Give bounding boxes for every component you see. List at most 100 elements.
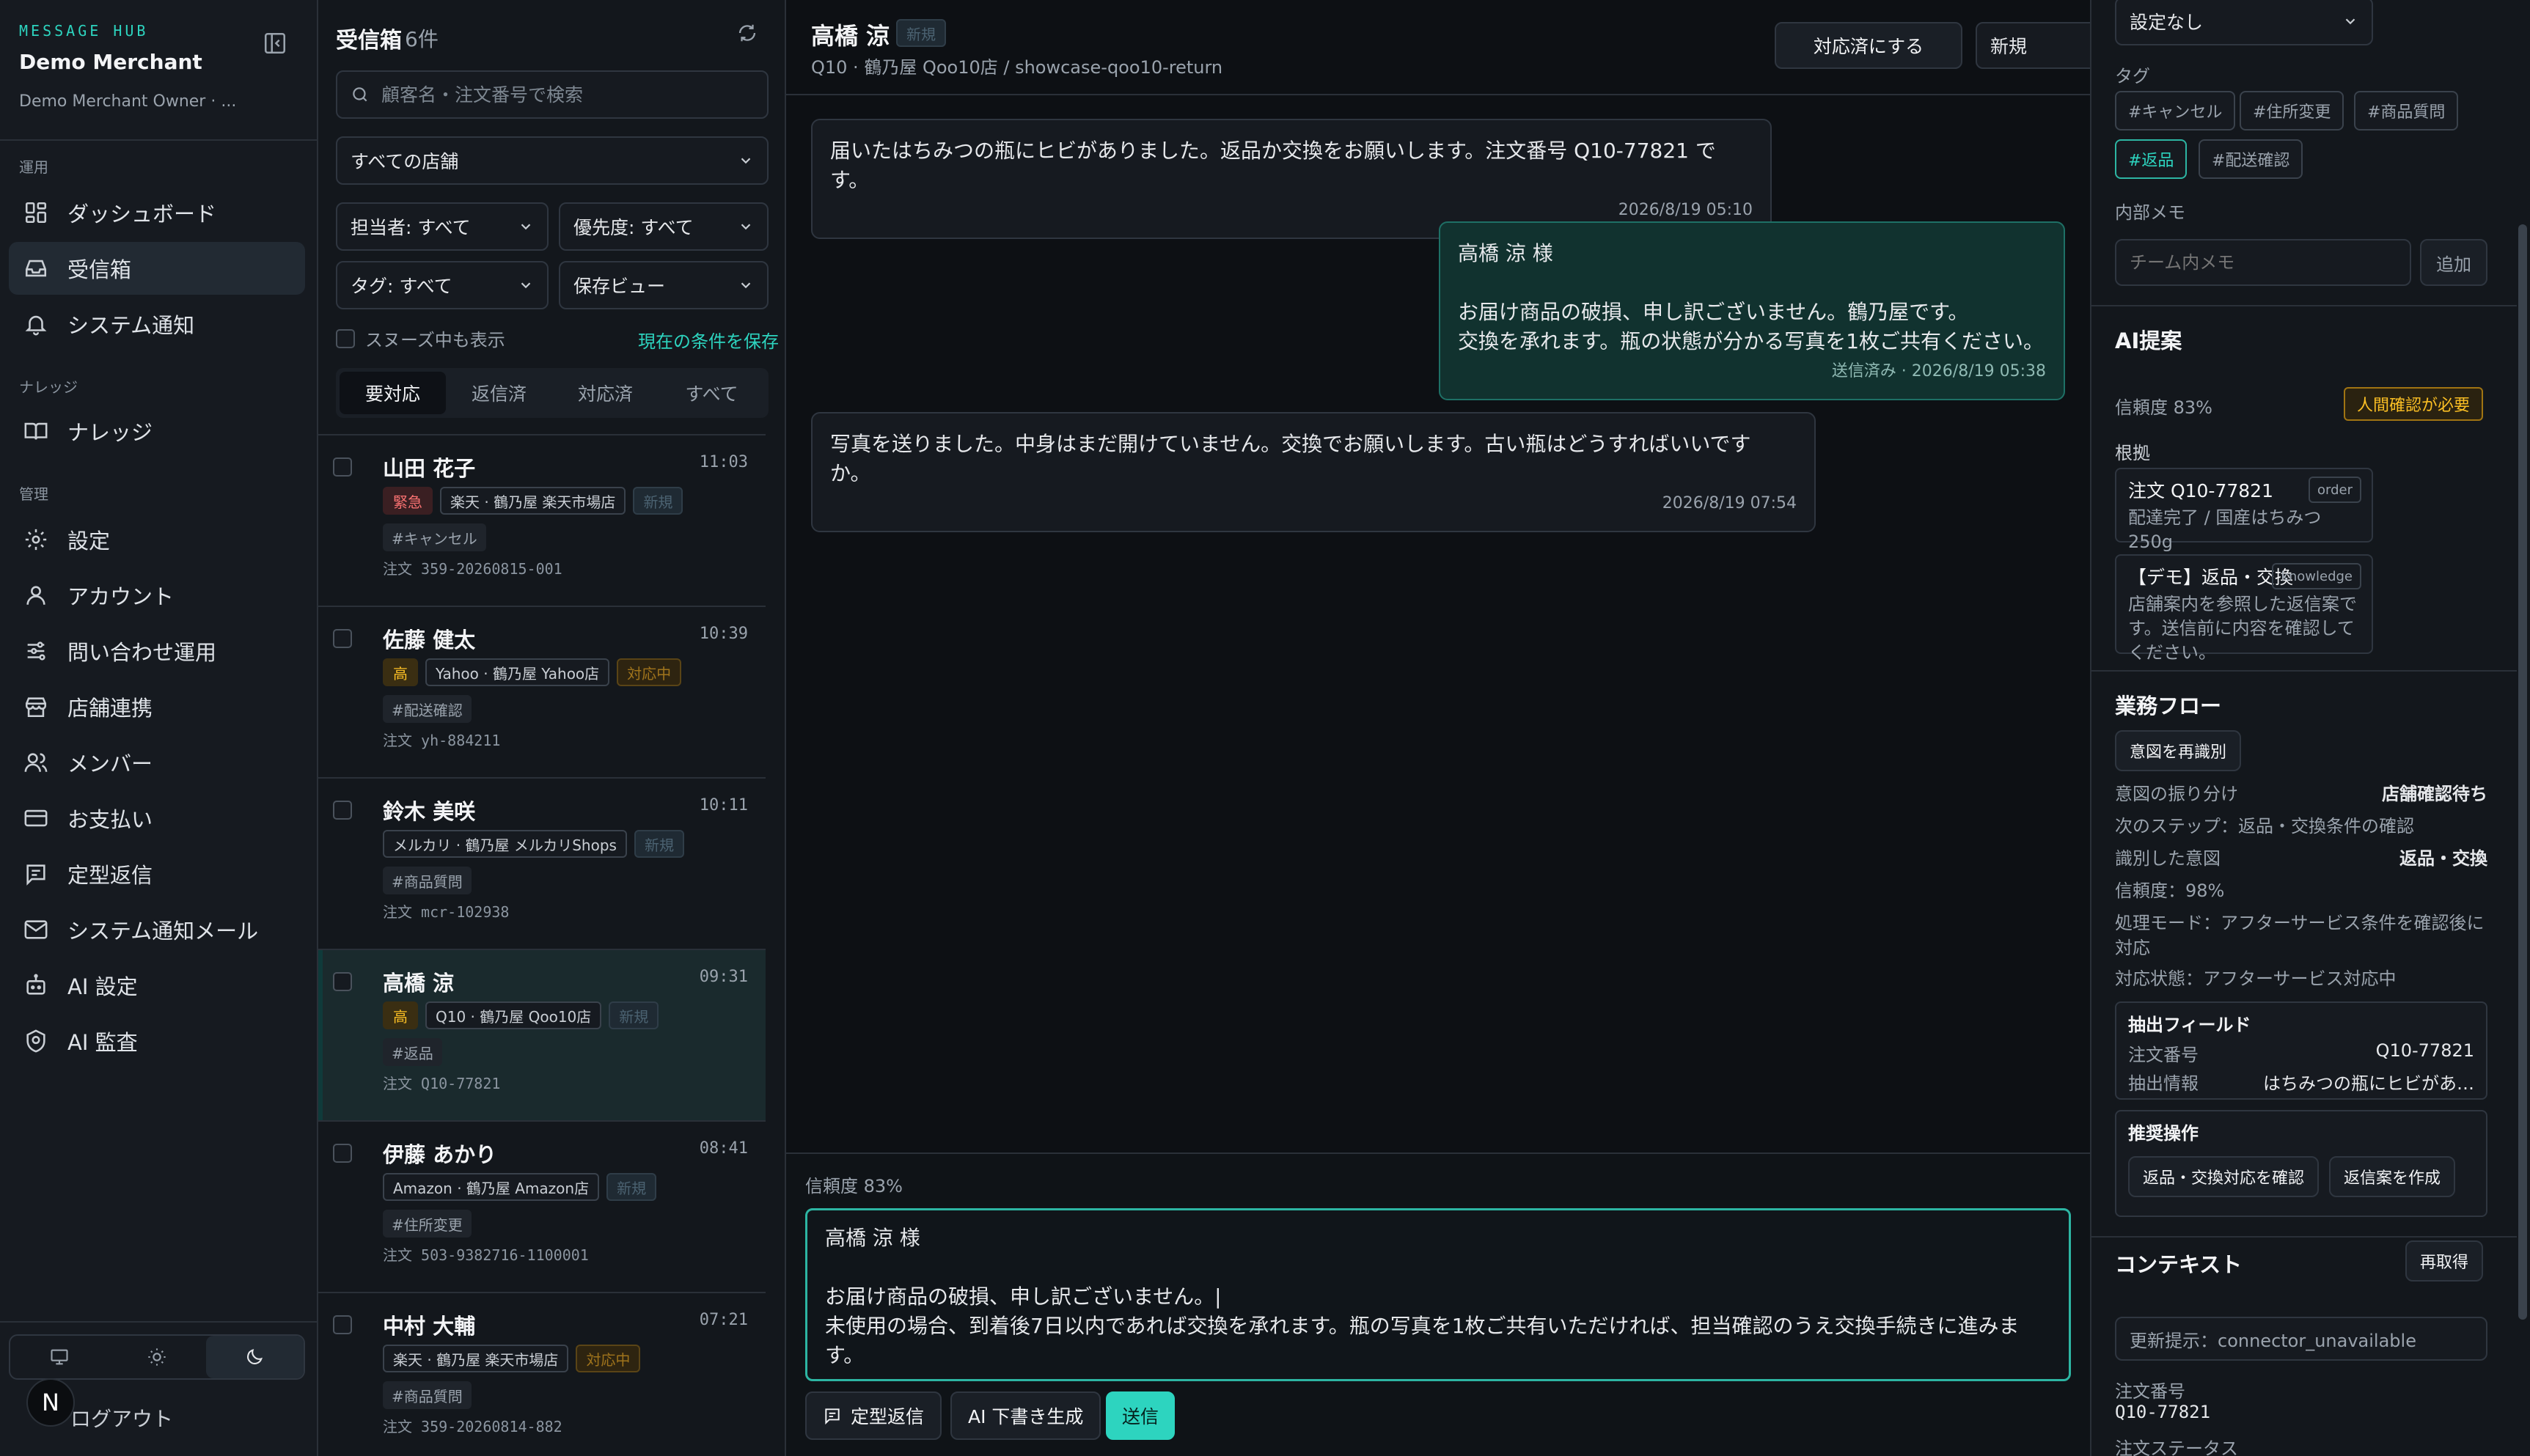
recommended-actions-card: 推奨操作 返品・交換対応を確認 返信案を作成 — [2115, 1110, 2487, 1217]
refetch-button[interactable]: 再取得 — [2405, 1240, 2484, 1282]
send-button[interactable]: 送信 — [1106, 1391, 1176, 1440]
sidebar-item-knowledge[interactable]: ナレッジ — [9, 405, 305, 457]
tag-filter-value: タグ: すべて — [351, 276, 452, 297]
refresh-icon[interactable] — [736, 22, 761, 47]
priority-filter-select[interactable]: 優先度: すべて — [559, 202, 769, 251]
row-checkbox[interactable] — [333, 972, 352, 991]
sidebar-item-notify-mail[interactable]: システム通知メール — [9, 903, 305, 956]
conversation-row[interactable]: 佐藤 健太 10:39 高 Yahoo · 鶴乃屋 Yahoo店 対応中 #配送確認 注文 … — [318, 606, 766, 777]
logout-button[interactable]: ログアウト — [70, 1403, 173, 1433]
sidebar-item-members[interactable]: メンバー — [9, 736, 305, 789]
sidebar-item-dashboard[interactable]: ダッシュボード — [9, 186, 305, 239]
snooze-toggle[interactable]: スヌーズ中も表示 — [336, 326, 505, 351]
ai-draft-button[interactable]: AI 下書き生成 — [950, 1391, 1101, 1440]
conversation-row[interactable]: 中村 大輔 07:21 楽天 · 鶴乃屋 楽天市場店 対応中 #商品質問 注文 359-2… — [318, 1292, 766, 1456]
evidence-desc: 店舗案内を参照した返信案です。送信前に内容を確認してください。 — [2128, 594, 2357, 663]
assignee-filter-select[interactable]: 担当者: すべて — [336, 202, 549, 251]
message-outgoing: 高橋 涼 様 お届け商品の破損、申し訳ございません。鶴乃屋です。 交換を承れます… — [1439, 221, 2065, 400]
sidebar-item-billing[interactable]: お支払い — [9, 792, 305, 845]
sidebar-item-label: AI 監査 — [67, 1030, 138, 1055]
assignee-select[interactable]: 設定なし — [2115, 0, 2373, 45]
store-icon — [23, 694, 48, 719]
intent-value: 返品・交換 — [2399, 848, 2487, 869]
store-filter-select[interactable]: すべての店舗 — [336, 136, 769, 185]
processing-mode: 処理モード：アフターサービス条件を確認後に対応 — [2115, 913, 2485, 958]
chevron-down-icon — [2345, 18, 2355, 25]
conversation-row[interactable]: 山田 花子 11:03 緊急 楽天 · 鶴乃屋 楽天市場店 新規 #キャンセル 注文 359… — [318, 434, 766, 606]
theme-light-button[interactable] — [108, 1336, 205, 1378]
actions-title: 推奨操作 — [2128, 1123, 2199, 1144]
evidence-card[interactable]: 注文 Q10-77821 配達完了 / 国産はちみつ 250g order — [2115, 468, 2373, 552]
sidebar-item-templates[interactable]: 定型返信 — [9, 848, 305, 900]
memo-add-button[interactable]: 追加 — [2420, 239, 2487, 286]
tab-needs-action[interactable]: 要対応 — [340, 372, 446, 414]
tab-replied[interactable]: 返信済 — [446, 372, 552, 414]
tab-done[interactable]: 対応済 — [552, 372, 659, 414]
assignee-filter-value: 担当者: すべて — [351, 217, 471, 238]
conversation-row[interactable]: 伊藤 あかり 08:41 Amazon · 鶴乃屋 Amazon店 新規 #住所変更 注文… — [318, 1120, 766, 1292]
evidence-card[interactable]: 【デモ】返品・交換 店舗案内を参照した返信案です。送信前に内容を確認してください… — [2115, 554, 2373, 663]
status-badge: 新規 — [634, 830, 684, 858]
chat-panel: 高橋 涼 新規 Q10 · 鶴乃屋 Qoo10店 / showcase-qoo1… — [786, 0, 2118, 1456]
sidebar-item-system-notice[interactable]: システム通知 — [9, 298, 305, 350]
sidebar-item-settings[interactable]: 設定 — [9, 513, 305, 566]
channel-badge: Yahoo · 鶴乃屋 Yahoo店 — [425, 658, 610, 686]
collapse-sidebar-icon[interactable] — [263, 31, 287, 56]
message-text: 高橋 涼 様 お届け商品の破損、申し訳ございません。鶴乃屋です。 交換を承れます… — [1458, 241, 2045, 353]
sidebar-item-label: アカウント — [67, 584, 175, 609]
row-checkbox[interactable] — [333, 629, 352, 648]
mark-done-button[interactable]: 対応済にする — [1775, 22, 1962, 69]
priority-badge: 高 — [383, 1001, 418, 1029]
save-conditions-link[interactable]: 現在の条件を保存 — [638, 327, 779, 353]
intent-label: 識別した意図 — [2115, 848, 2221, 869]
brand-tag: MESSAGE HUB — [19, 22, 149, 40]
theme-system-button[interactable] — [10, 1336, 108, 1378]
status-badge: 対応中 — [576, 1345, 641, 1372]
sidebar-item-store-link[interactable]: 店舗連携 — [9, 680, 305, 733]
badge-row: Amazon · 鶴乃屋 Amazon店 新規 — [383, 1173, 657, 1201]
audit-icon — [23, 1029, 48, 1054]
tag-delivery-check[interactable]: #配送確認 — [2199, 139, 2303, 179]
tag-address-change[interactable]: #住所変更 — [2240, 91, 2344, 130]
row-checkbox[interactable] — [333, 801, 352, 820]
tag-row: #キャンセル — [383, 523, 486, 551]
saved-view-select[interactable]: 保存ビュー — [559, 261, 769, 309]
reply-editor[interactable]: 高橋 涼 様 お届け商品の破損、申し訳ございません。| 未使用の場合、到着後7日… — [805, 1208, 2071, 1381]
snooze-checkbox[interactable] — [336, 328, 355, 348]
sidebar-item-inbox[interactable]: 受信箱 — [9, 242, 305, 295]
mail-icon — [23, 917, 48, 942]
row-checkbox[interactable] — [333, 457, 352, 477]
row-checkbox[interactable] — [333, 1315, 352, 1334]
confirm-return-exchange-button[interactable]: 返品・交換対応を確認 — [2128, 1156, 2320, 1197]
avatar[interactable]: N — [26, 1378, 75, 1427]
sidebar-item-account[interactable]: アカウント — [9, 569, 305, 622]
conversation-row[interactable]: 鈴木 美咲 10:11 メルカリ · 鶴乃屋 メルカリShops 新規 #商品質問 注文 … — [318, 777, 766, 949]
divider — [2091, 670, 2517, 672]
tag-return[interactable]: #返品 — [2115, 139, 2188, 179]
theme-dark-button[interactable] — [205, 1336, 304, 1378]
customer-name: 佐藤 健太 — [383, 628, 476, 652]
scrollbar[interactable] — [2518, 224, 2527, 1320]
template-reply-button[interactable]: 定型返信 — [805, 1391, 942, 1440]
tab-all[interactable]: すべて — [659, 372, 765, 414]
sidebar-item-ai-settings[interactable]: AI 設定 — [9, 959, 305, 1012]
brand-user[interactable]: Demo Merchant Owner · ... — [19, 92, 236, 111]
divider — [2091, 1236, 2517, 1238]
reidentify-intent-button[interactable]: 意図を再識別 — [2115, 730, 2242, 771]
search-input[interactable] — [381, 84, 754, 106]
moon-icon — [244, 1347, 265, 1367]
row-checkbox[interactable] — [333, 1144, 352, 1163]
order-number: 注文 359-20260814-882 — [383, 1418, 562, 1435]
conversation-row[interactable]: 高橋 涼 09:31 高 Q10 · 鶴乃屋 Qoo10店 新規 #返品 注文 Q10-77… — [318, 949, 766, 1120]
tag-cancel[interactable]: #キャンセル — [2115, 91, 2236, 130]
memo-input[interactable] — [2130, 252, 2397, 273]
tag-product-question[interactable]: #商品質問 — [2354, 91, 2459, 130]
sidebar-item-inquiry-ops[interactable]: 問い合わせ運用 — [9, 625, 305, 677]
context-title: コンテキスト — [2115, 1252, 2243, 1277]
tag-filter-select[interactable]: タグ: すべて — [336, 261, 549, 309]
sidebar-item-ai-audit[interactable]: AI 監査 — [9, 1015, 305, 1067]
create-reply-draft-button[interactable]: 返信案を作成 — [2329, 1156, 2456, 1197]
extract-title: 抽出フィールド — [2128, 1015, 2251, 1035]
tag-chip: #配送確認 — [383, 695, 472, 723]
priority-badge: 高 — [383, 658, 418, 686]
